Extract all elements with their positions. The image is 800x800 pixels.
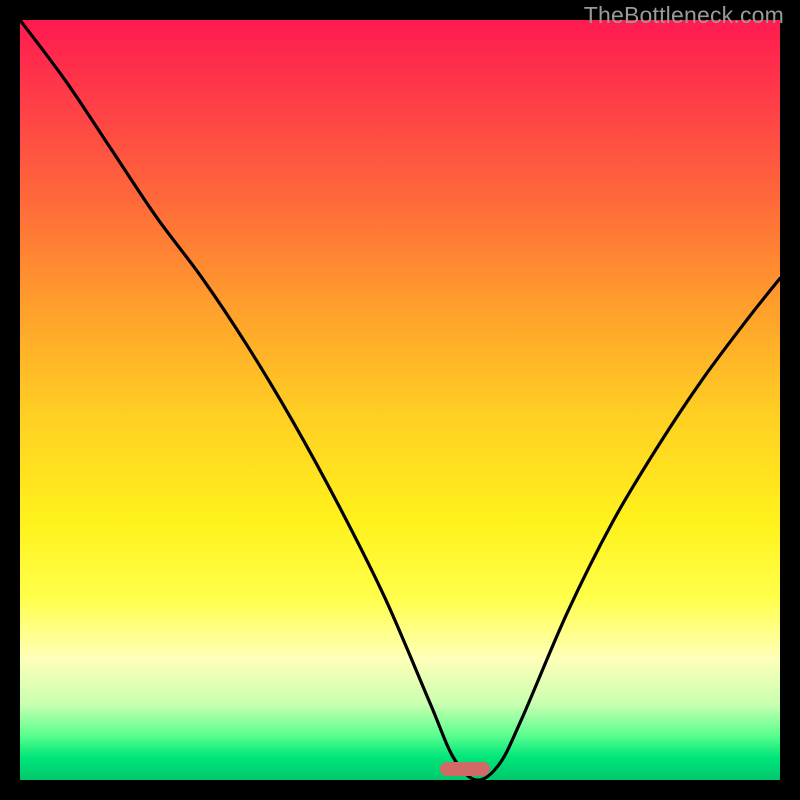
watermark-text: TheBottleneck.com [584,2,784,29]
curve-path [20,20,780,780]
plot-area [20,20,780,780]
chart-frame: TheBottleneck.com [0,0,800,800]
optimal-marker [440,762,490,776]
bottleneck-curve [20,20,780,780]
